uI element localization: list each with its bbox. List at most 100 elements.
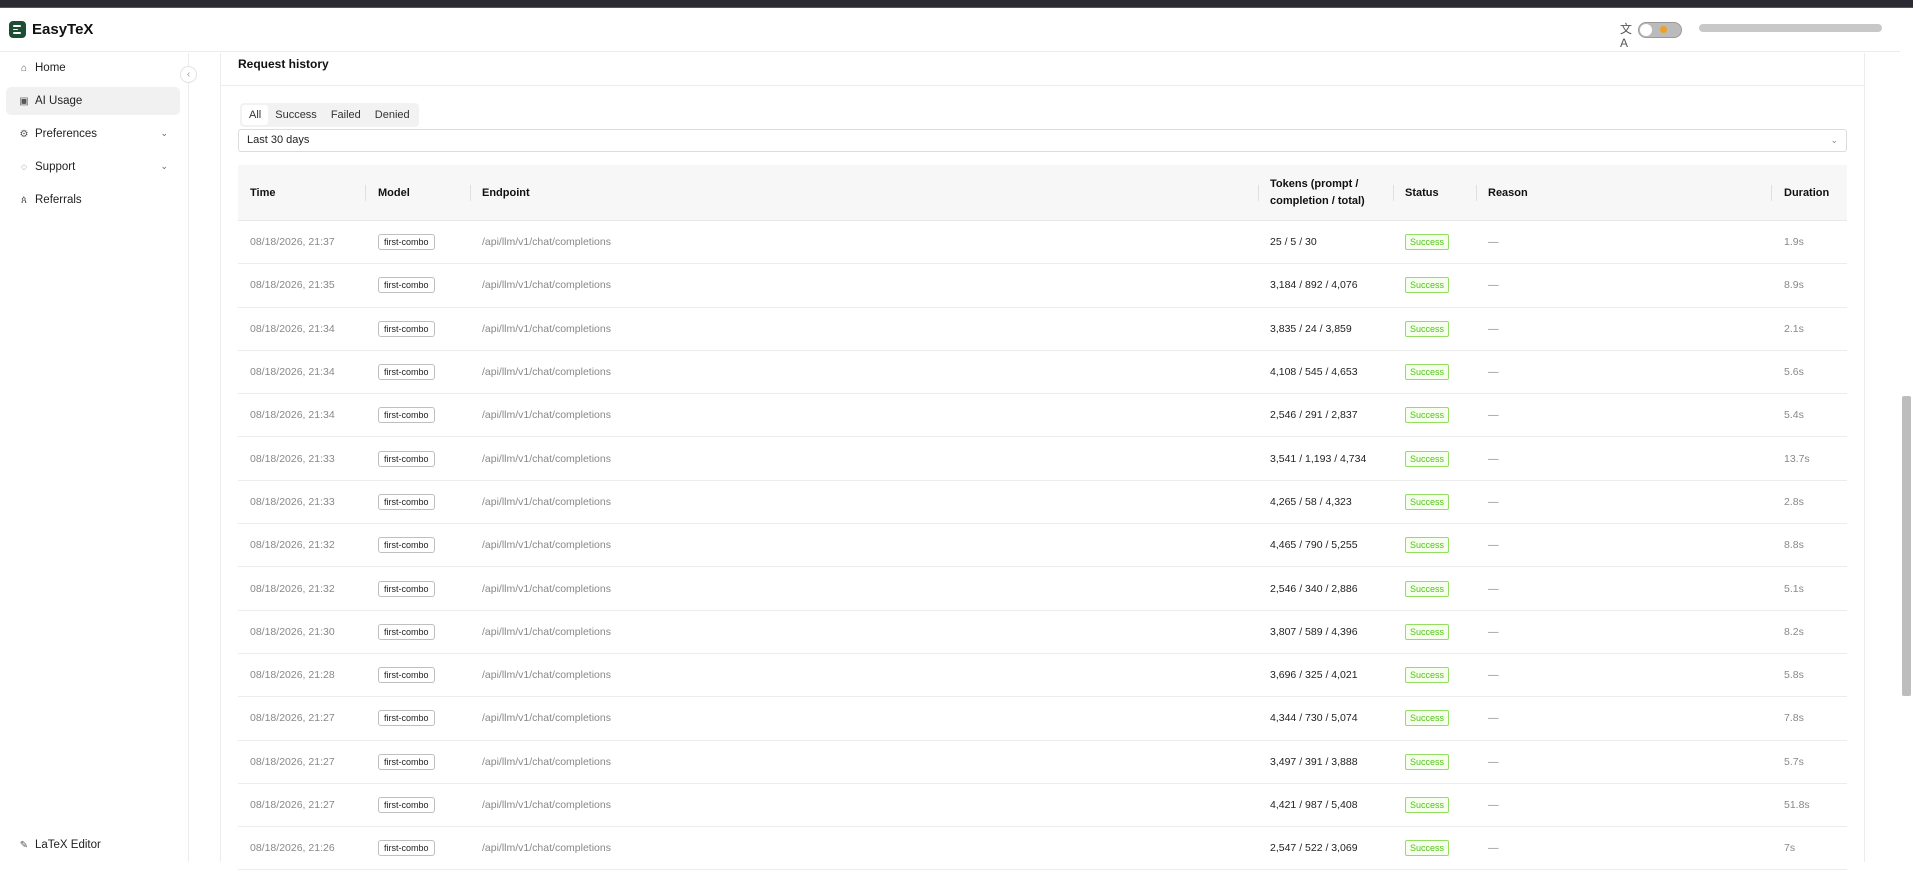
duration-cell: 8.9s [1784,264,1804,306]
duration-value: 5.4s [1784,409,1804,422]
header-status: Status [1405,186,1439,199]
status-badge: Success [1405,623,1450,640]
table-row[interactable]: 08/18/2026, 21:27 first-combo/api/llm/v1/… [238,697,1847,741]
app-logo[interactable]: EasyTeX [9,21,93,38]
duration-value: 8.9s [1784,279,1804,292]
table-row[interactable]: 08/18/2026, 21:34 first-combo/api/llm/v1/… [238,394,1847,438]
time-cell: 08/18/2026, 21:26 [250,827,335,869]
tokens-cell: 3,541 / 1,193 / 4,734 [1270,437,1366,479]
toggle-knob [1640,24,1652,36]
tokens-cell: 2,546 / 291 / 2,837 [1270,394,1358,436]
model-cell: first-combo [378,221,435,263]
time-cell: 08/18/2026, 21:30 [250,611,335,653]
reason-value: — [1488,495,1499,508]
table-row[interactable]: 08/18/2026, 21:27 first-combo/api/llm/v1/… [238,784,1847,828]
status-badge: Success [1405,277,1450,294]
model-badge: first-combo [378,797,435,813]
model-badge: first-combo [378,277,435,294]
tab-all[interactable]: All [242,105,269,125]
endpoint-value: /api/llm/v1/chat/completions [482,842,611,855]
time-cell: 08/18/2026, 21:35 [250,264,335,306]
model-cell: first-combo [378,611,435,653]
endpoint-value: /api/llm/v1/chat/completions [482,322,611,335]
status-badge: Success [1405,840,1450,857]
table-row[interactable]: 08/18/2026, 21:32 first-combo/api/llm/v1/… [238,567,1847,611]
duration-value: 51.8s [1784,799,1810,811]
model-badge: first-combo [378,667,435,684]
model-cell: first-combo [378,481,435,523]
table-row[interactable]: 08/18/2026, 21:26 first-combo/api/llm/v1/… [238,827,1847,870]
duration-value: 8.2s [1784,625,1804,638]
time-value: 08/18/2026, 21:32 [250,582,335,595]
user-menu[interactable] [1699,24,1882,32]
tokens-cell: 4,108 / 545 / 4,653 [1270,351,1358,393]
endpoint-cell: /api/llm/v1/chat/completions [482,308,611,350]
table-row[interactable]: 08/18/2026, 21:33 first-combo/api/llm/v1/… [238,481,1847,525]
endpoint-cell: /api/llm/v1/chat/completions [482,611,611,653]
status-cell: Success [1405,394,1450,436]
table-row[interactable]: 08/18/2026, 21:34 first-combo/api/llm/v1/… [238,308,1847,351]
table-row[interactable]: 08/18/2026, 21:27 first-combo/api/llm/v1/… [238,741,1847,784]
reason-value: — [1488,755,1499,768]
time-value: 08/18/2026, 21:26 [250,842,335,855]
status-badge: Success [1405,710,1450,727]
model-badge: first-combo [378,840,435,857]
date-range-value: Last 30 days [247,134,310,146]
tab-failed[interactable]: Failed [324,105,368,125]
sidebar-item-referrals[interactable]: ጰ Referrals [6,186,180,214]
translate-icon[interactable]: 文A [1620,22,1634,50]
table-row[interactable]: 08/18/2026, 21:30 first-combo/api/llm/v1/… [238,611,1847,654]
sun-icon [1660,26,1667,33]
model-badge: first-combo [378,234,435,251]
sidebar-item-preferences[interactable]: ⚙ Preferences ⌄ [6,120,180,148]
sidebar-item-ai-usage[interactable]: ▣ AI Usage [6,87,180,115]
table-row[interactable]: 08/18/2026, 21:33 first-combo/api/llm/v1/… [238,437,1847,481]
endpoint-cell: /api/llm/v1/chat/completions [482,741,611,783]
collapse-sidebar-button[interactable]: ‹ [180,66,197,83]
time-cell: 08/18/2026, 21:33 [250,437,335,479]
duration-value: 13.7s [1784,452,1810,465]
duration-value: 1.9s [1784,236,1804,249]
status-badge: Success [1405,450,1450,467]
endpoint-value: /api/llm/v1/chat/completions [482,495,611,508]
home-icon: ⌂ [20,62,28,74]
status-badge: Success [1405,407,1450,424]
time-value: 08/18/2026, 21:33 [250,495,335,508]
duration-value: 5.6s [1784,366,1804,379]
theme-toggle[interactable] [1638,22,1682,38]
table-row[interactable]: 08/18/2026, 21:34 first-combo/api/llm/v1/… [238,351,1847,395]
duration-value: 7.8s [1784,712,1804,725]
time-cell: 08/18/2026, 21:37 [250,221,335,263]
table-row[interactable]: 08/18/2026, 21:32 first-combo/api/llm/v1/… [238,524,1847,568]
header-model: Model [378,186,410,199]
time-value: 08/18/2026, 21:32 [250,539,335,552]
header-divider [1476,185,1477,201]
tab-success[interactable]: Success [268,105,324,125]
tokens-value: 2,546 / 291 / 2,837 [1270,409,1358,422]
table-row[interactable]: 08/18/2026, 21:28 first-combo/api/llm/v1/… [238,654,1847,698]
reason-value: — [1488,799,1499,811]
sidebar-item-latex-editor[interactable]: ✎ LaTeX Editor [6,831,180,859]
table-row[interactable]: 08/18/2026, 21:35 first-combo/api/llm/v1/… [238,264,1847,308]
duration-cell: 5.1s [1784,567,1804,609]
header-time: Time [250,186,276,199]
endpoint-cell: /api/llm/v1/chat/completions [482,437,611,479]
status-cell: Success [1405,827,1450,869]
logo-icon [9,21,26,38]
date-range-select[interactable]: Last 30 days ⌄ [238,129,1847,152]
tokens-cell: 3,835 / 24 / 3,859 [1270,308,1352,350]
model-badge: first-combo [378,493,435,510]
scrollbar-thumb[interactable] [1902,396,1911,696]
endpoint-value: /api/llm/v1/chat/completions [482,409,611,422]
reason-cell: — [1488,567,1499,609]
top-bar: EasyTeX [0,8,1900,52]
tokens-cell: 4,421 / 987 / 5,408 [1270,784,1358,826]
sidebar-item-support[interactable]: ◌ Support ⌄ [6,153,180,181]
tokens-value: 3,184 / 892 / 4,076 [1270,279,1358,292]
tab-denied[interactable]: Denied [368,105,417,125]
table-row[interactable]: 08/18/2026, 21:37 first-combo/api/llm/v1/… [238,221,1847,265]
sidebar-item-home[interactable]: ⌂ Home [6,54,180,82]
status-cell: Success [1405,221,1450,263]
duration-cell: 2.1s [1784,308,1804,350]
time-cell: 08/18/2026, 21:32 [250,524,335,566]
